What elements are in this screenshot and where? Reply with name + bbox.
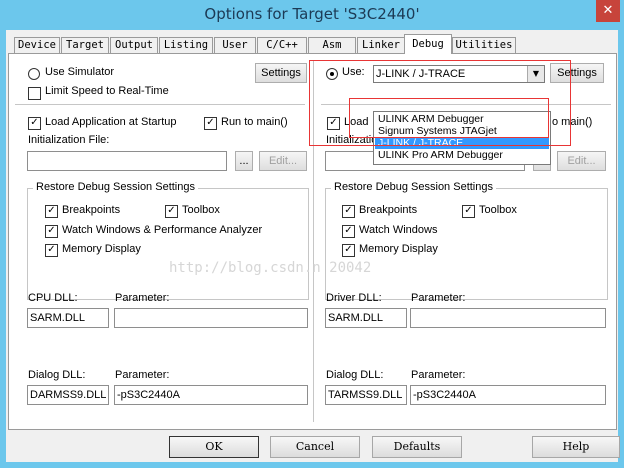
close-icon[interactable]: ✕: [596, 0, 620, 22]
memory-display-checkbox[interactable]: ✓: [45, 244, 58, 257]
left-separator: [15, 104, 305, 105]
debug-panel: http://blog.csdn.n 20042 Use Simulator S…: [8, 53, 617, 430]
init-file-edit-button[interactable]: Edit...: [259, 151, 307, 171]
right-watch-windows-label: Watch Windows: [359, 224, 438, 236]
watermark-text: http://blog.csdn.n 20042: [169, 260, 372, 276]
dialog-param-label: Parameter:: [115, 369, 170, 381]
right-memory-display-label: Memory Display: [359, 243, 438, 255]
use-simulator-radio[interactable]: [28, 68, 40, 80]
memory-display-label: Memory Display: [62, 243, 141, 255]
right-breakpoints-label: Breakpoints: [359, 204, 418, 216]
init-file-input[interactable]: [27, 151, 227, 171]
right-breakpoints-checkbox[interactable]: ✓: [342, 205, 355, 218]
driver-dll-label: Driver DLL:: [326, 292, 382, 304]
load-app-label: Load Application at Startup: [45, 116, 177, 128]
run-to-main-label: Run to main(): [221, 116, 288, 128]
tab-output[interactable]: Output: [110, 37, 158, 53]
right-dialog-dll-input[interactable]: TARMSS9.DLL: [325, 385, 407, 405]
toolbox-checkbox[interactable]: ✓: [165, 205, 178, 218]
tab-asm[interactable]: Asm: [308, 37, 356, 53]
limit-speed-checkbox[interactable]: [28, 87, 41, 100]
right-run-to-main-label: o main(): [552, 116, 593, 128]
toolbox-label: Toolbox: [182, 204, 220, 216]
cpu-dll-label: CPU DLL:: [28, 292, 78, 304]
title-bar[interactable]: Options for Target 'S3C2440' ✕: [0, 0, 624, 30]
use-debugger-radio[interactable]: [326, 68, 338, 80]
right-memory-display-checkbox[interactable]: ✓: [342, 244, 355, 257]
tab-debug[interactable]: Debug: [404, 34, 452, 54]
right-load-app-checkbox[interactable]: ✓: [327, 117, 340, 130]
cpu-dll-input[interactable]: SARM.DLL: [27, 308, 109, 328]
limit-speed-label: Limit Speed to Real-Time: [45, 85, 169, 97]
dialog-dll-input[interactable]: DARMSS9.DLL: [27, 385, 109, 405]
simulator-settings-button[interactable]: Settings: [255, 63, 307, 83]
right-watch-windows-checkbox[interactable]: ✓: [342, 225, 355, 238]
tab-utilities[interactable]: Utilities: [452, 37, 516, 53]
help-button[interactable]: Help: [532, 436, 620, 458]
right-dialog-dll-label: Dialog DLL:: [326, 369, 384, 381]
right-restore-settings-title: Restore Debug Session Settings: [331, 181, 496, 193]
init-file-label: Initialization File:: [28, 134, 110, 146]
cpu-param-input[interactable]: [114, 308, 308, 328]
restore-settings-title: Restore Debug Session Settings: [33, 181, 198, 193]
column-divider: [313, 60, 314, 422]
tab-strip: Device Target Output Listing User C/C++ …: [6, 34, 618, 54]
right-toolbox-checkbox[interactable]: ✓: [462, 205, 475, 218]
driver-param-input[interactable]: [410, 308, 606, 328]
dialog-param-input[interactable]: -pS3C2440A: [114, 385, 308, 405]
watch-windows-checkbox[interactable]: ✓: [45, 225, 58, 238]
dropdown-option-ulink-arm[interactable]: ULINK ARM Debugger: [375, 113, 549, 125]
defaults-button[interactable]: Defaults: [372, 436, 462, 458]
right-separator: [321, 104, 611, 105]
tab-listing[interactable]: Listing: [159, 37, 213, 53]
right-dialog-param-input[interactable]: -pS3C2440A: [410, 385, 606, 405]
dropdown-option-signum-jtagjet[interactable]: Signum Systems JTAGjet: [375, 125, 549, 137]
dropdown-option-jlink[interactable]: J-LINK / J-TRACE: [375, 137, 549, 149]
debugger-settings-button[interactable]: Settings: [550, 63, 604, 83]
debugger-select-value: J-LINK / J-TRACE: [376, 68, 466, 80]
cancel-button[interactable]: Cancel: [270, 436, 360, 458]
debugger-dropdown-list: ULINK ARM Debugger Signum Systems JTAGje…: [373, 111, 551, 165]
window-title: Options for Target 'S3C2440': [204, 5, 420, 23]
tab-target[interactable]: Target: [61, 37, 109, 53]
watch-windows-label: Watch Windows & Performance Analyzer: [62, 224, 263, 236]
dialog-window: Options for Target 'S3C2440' ✕ Device Ta…: [0, 0, 624, 468]
right-init-file-edit-button[interactable]: Edit...: [557, 151, 606, 171]
debugger-select[interactable]: J-LINK / J-TRACE ▼: [373, 65, 545, 83]
right-toolbox-label: Toolbox: [479, 204, 517, 216]
dropdown-option-ulink-pro[interactable]: ULINK Pro ARM Debugger: [375, 149, 549, 161]
tab-c-cpp[interactable]: C/C++: [257, 37, 307, 53]
use-simulator-label: Use Simulator: [45, 66, 115, 78]
tab-linker[interactable]: Linker: [357, 37, 405, 53]
cpu-param-label: Parameter:: [115, 292, 170, 304]
tab-device[interactable]: Device: [14, 37, 60, 53]
driver-dll-input[interactable]: SARM.DLL: [325, 308, 407, 328]
tab-user[interactable]: User: [214, 37, 256, 53]
right-dialog-param-label: Parameter:: [411, 369, 466, 381]
run-to-main-checkbox[interactable]: ✓: [204, 117, 217, 130]
dialog-dll-label: Dialog DLL:: [28, 369, 86, 381]
driver-param-label: Parameter:: [411, 292, 466, 304]
dialog-client: Device Target Output Listing User C/C++ …: [6, 30, 620, 462]
breakpoints-label: Breakpoints: [62, 204, 121, 216]
breakpoints-checkbox[interactable]: ✓: [45, 205, 58, 218]
ok-button[interactable]: OK: [169, 436, 259, 458]
chevron-down-icon[interactable]: ▼: [527, 66, 544, 82]
init-file-browse-button[interactable]: ...: [235, 151, 253, 171]
load-app-checkbox[interactable]: ✓: [28, 117, 41, 130]
use-debugger-label: Use:: [342, 66, 365, 78]
right-load-app-label: Load: [344, 116, 369, 128]
